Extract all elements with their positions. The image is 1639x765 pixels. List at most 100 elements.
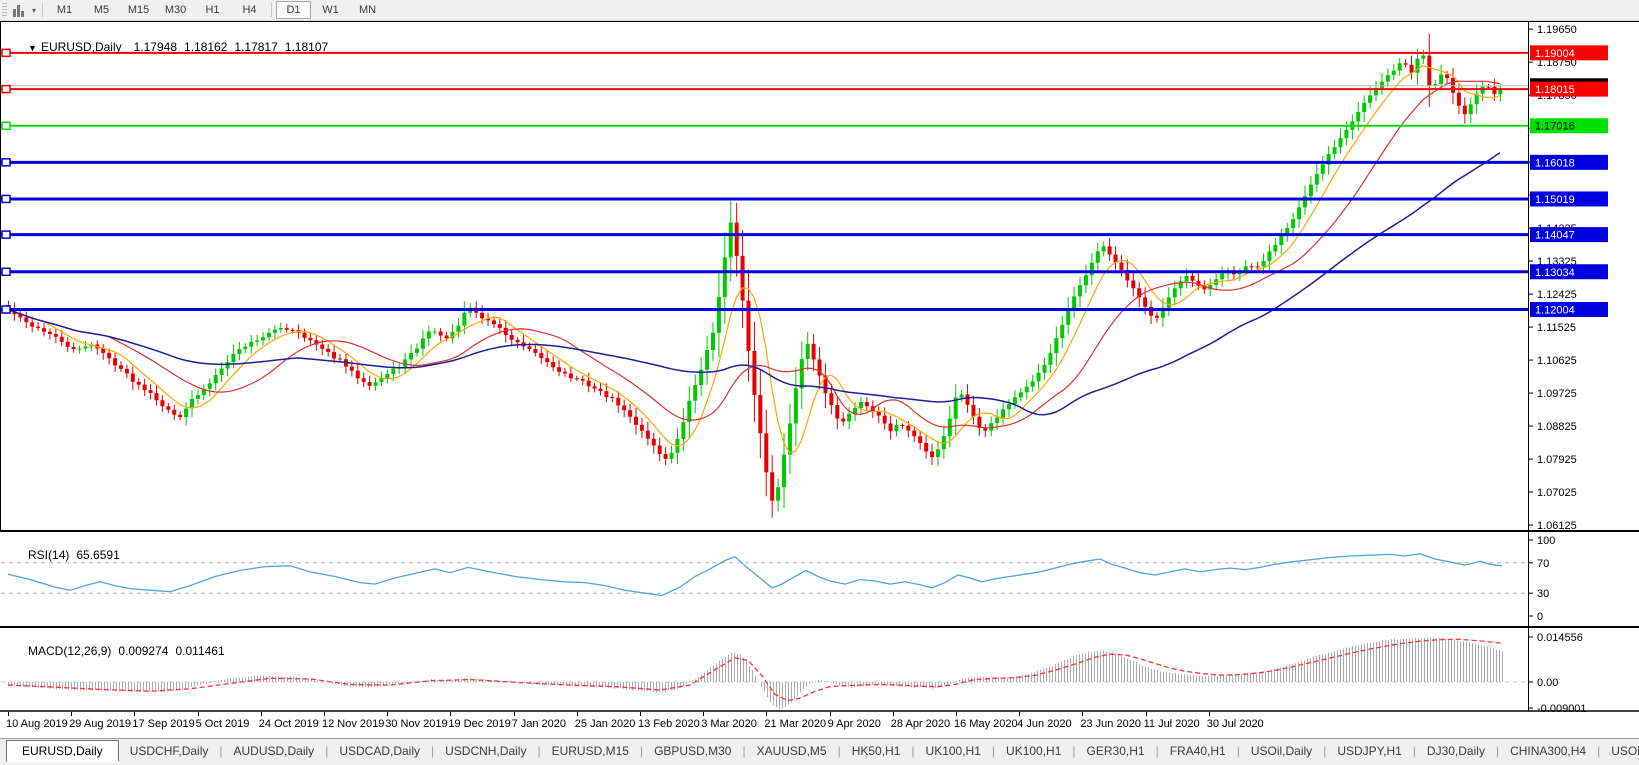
chart-tab-gbpusd-m30[interactable]: GBPUSD,M30: [643, 741, 742, 761]
bear-candle: [965, 394, 970, 405]
bull-candle: [693, 385, 698, 401]
price-label-blue-text: 1.12004: [1535, 305, 1575, 317]
toolbar-separator: [42, 3, 44, 17]
bear-candle: [888, 423, 893, 432]
chart-tab-ger30-h1[interactable]: GER30,H1: [1076, 741, 1156, 761]
line-drag-handle[interactable]: [1, 230, 11, 239]
bull-candle: [231, 353, 236, 363]
bear-candle: [178, 414, 183, 418]
chart-tab-eurusd-m15[interactable]: EURUSD,M15: [541, 741, 640, 761]
chart-title: ▼ EURUSD,Daily 1.17948 1.18162 1.17817 1.1810…: [8, 26, 328, 68]
line-drag-handle[interactable]: [1, 158, 11, 167]
bull-candle: [213, 374, 218, 384]
chart-tab-xauusd-m5[interactable]: XAUUSD,M5: [746, 741, 838, 761]
timeframe-button-mn[interactable]: MN: [350, 1, 385, 19]
chart-tab-uk100-h1[interactable]: UK100,H1: [995, 741, 1072, 761]
bull-candle: [1468, 104, 1473, 115]
rsi-indicator-panel[interactable]: 100 70 30 0 RSI(14) 65.6591: [0, 530, 1639, 626]
date-axis[interactable]: 10 Aug 2019 29 Aug 2019 17 Sep 2019 5 Oct 2…: [0, 712, 1639, 738]
timeframe-button-m30[interactable]: M30: [158, 1, 193, 19]
line-drag-handle[interactable]: [1, 267, 11, 277]
bear-candle: [361, 378, 366, 382]
bear-candle: [65, 341, 70, 347]
bull-candle: [1024, 386, 1029, 393]
line-drag-handle[interactable]: [1, 194, 11, 204]
chart-tab-usdcad-daily[interactable]: USDCAD,Daily: [328, 741, 431, 761]
macd-title: MACD(12,26,9) 0.009274 0.011461: [8, 630, 225, 672]
chart-tab-usdchf-daily[interactable]: USDCHF,Daily: [119, 741, 220, 761]
price-label-blue-text: 1.13034: [1535, 267, 1575, 279]
macd-canvas[interactable]: 0.014556 0.00 -0.009001: [0, 626, 1639, 712]
main-chart-canvas[interactable]: 1.196501.187501.178501.169501.160251.151…: [0, 20, 1639, 530]
bear-candle: [539, 352, 544, 359]
rsi-canvas[interactable]: 100 70 30 0: [0, 530, 1639, 626]
bear-candle: [308, 337, 313, 341]
timeframe-button-d1[interactable]: D1: [276, 1, 312, 19]
bull-candle: [255, 340, 260, 342]
bull-candle: [1006, 403, 1011, 410]
macd-indicator-panel[interactable]: 0.014556 0.00 -0.009001 MACD(12,26,9) 0.009…: [0, 626, 1639, 712]
bull-candle: [1078, 285, 1083, 297]
collapse-objects-icon[interactable]: ▼: [28, 43, 37, 53]
bear-candle: [438, 331, 443, 336]
bear-candle: [568, 373, 573, 379]
bear-candle: [332, 352, 337, 359]
chart-tab-eurusd-daily[interactable]: EURUSD,Daily: [6, 740, 119, 762]
bull-candle: [1273, 244, 1278, 252]
bear-candle: [497, 324, 502, 328]
bear-candle: [610, 397, 615, 399]
line-drag-handle[interactable]: [1, 84, 11, 94]
bear-candle: [1190, 275, 1195, 281]
chart-tab-uk100-h1[interactable]: UK100,H1: [915, 741, 992, 761]
main-chart-panel[interactable]: 1.196501.187501.178501.169501.160251.151…: [0, 20, 1639, 530]
price-tick-label: 1.19650: [1537, 24, 1577, 36]
chart-tab-dj30-daily[interactable]: DJ30,Daily: [1416, 741, 1496, 761]
toolbar-grip-handle[interactable]: [2, 3, 7, 17]
bull-candle: [1267, 251, 1272, 262]
bear-candle: [598, 388, 603, 392]
chart-tab-audusd-daily[interactable]: AUDUSD,Daily: [223, 741, 326, 761]
timeframe-button-w1[interactable]: W1: [313, 1, 348, 19]
chart-tab-usoil-h[interactable]: USOil,H: [1600, 741, 1639, 761]
bull-candle: [219, 368, 224, 375]
chart-tab-fra40-h1[interactable]: FRA40,H1: [1159, 741, 1237, 761]
chart-tab-china300-h4[interactable]: CHINA300,H4: [1499, 741, 1597, 761]
bull-candle: [1279, 235, 1284, 245]
date-tick: [197, 712, 199, 716]
bull-candle: [793, 388, 798, 424]
toolbar-separator: [271, 3, 273, 17]
bull-candle: [1066, 309, 1071, 325]
chart-tab-usdjpy-h1[interactable]: USDJPY,H1: [1326, 741, 1412, 761]
bear-candle: [1427, 55, 1432, 86]
bear-candle: [645, 430, 650, 439]
bull-candle: [894, 424, 899, 432]
bear-candle: [864, 402, 869, 407]
chart-tab-usdcnh-daily[interactable]: USDCNH,Daily: [434, 741, 537, 761]
timeframe-button-h1[interactable]: H1: [195, 1, 230, 19]
rsi-tick-label: 30: [1537, 588, 1549, 600]
timeframe-button-m1[interactable]: M1: [47, 1, 82, 19]
chart-type-icon[interactable]: [11, 3, 31, 17]
bull-candle: [1030, 381, 1035, 387]
bull-candle: [1362, 102, 1367, 112]
bull-candle: [1018, 392, 1023, 398]
chevron-down-icon[interactable]: ▾: [32, 6, 36, 15]
chart-tab-usoil-daily[interactable]: USOil,Daily: [1240, 741, 1323, 761]
line-drag-handle[interactable]: [1, 121, 11, 130]
chart-tab-hk50-h1[interactable]: HK50,H1: [841, 741, 912, 761]
ohlc-low: 1.17817: [234, 40, 278, 54]
bear-candle: [663, 454, 668, 459]
bear-candle: [628, 410, 633, 417]
bull-candle: [456, 325, 461, 332]
timeframe-button-h4[interactable]: H4: [232, 1, 267, 19]
bull-candle: [1042, 364, 1047, 373]
line-drag-handle[interactable]: [1, 305, 11, 314]
timeframe-button-m15[interactable]: M15: [121, 1, 156, 19]
price-tick-label: 1.08825: [1537, 421, 1577, 433]
bull-candle: [426, 331, 431, 339]
timeframe-toolbar: ▾ M1 M5 M15 M30 H1 H4 D1 W1 MN: [0, 0, 1639, 21]
bear-candle: [349, 366, 354, 371]
timeframe-button-m5[interactable]: M5: [84, 1, 119, 19]
bull-candle: [414, 348, 419, 353]
rsi-label: RSI(14): [28, 548, 70, 562]
